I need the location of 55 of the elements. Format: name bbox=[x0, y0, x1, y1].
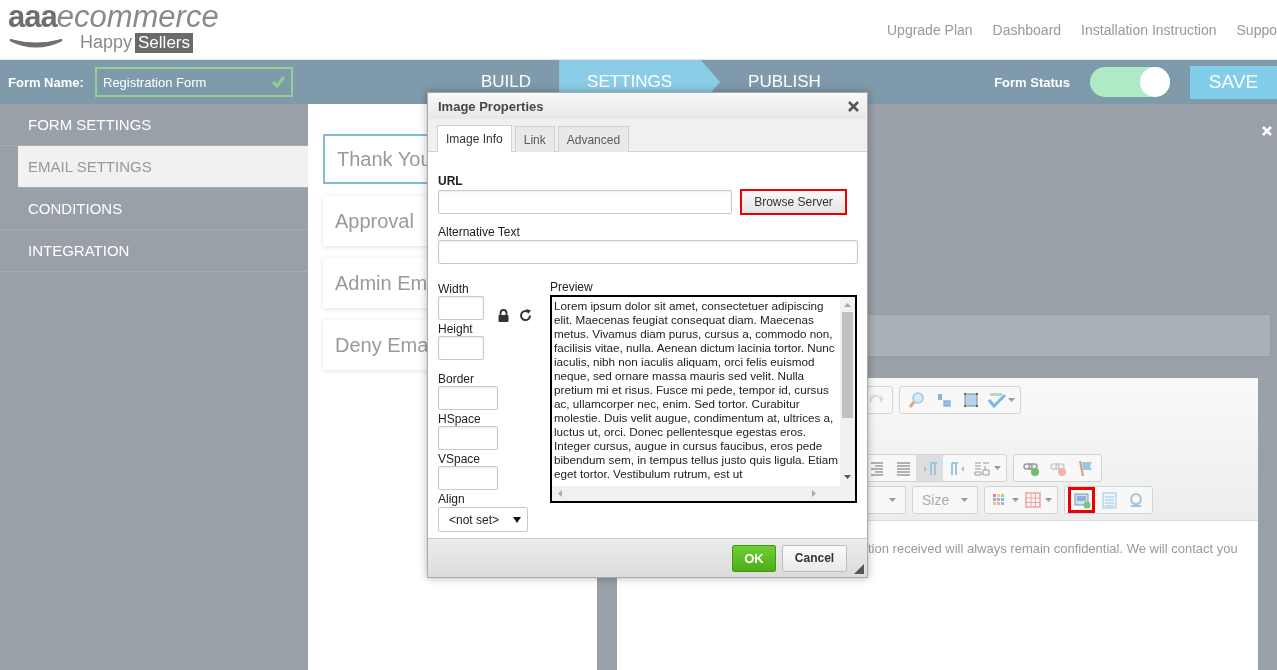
border-field[interactable] bbox=[438, 386, 498, 410]
dialog-tab[interactable]: Link bbox=[514, 126, 555, 152]
lock-icon[interactable] bbox=[498, 309, 509, 322]
caret-icon bbox=[961, 498, 968, 502]
size-dropdown[interactable]: Size bbox=[916, 487, 974, 513]
step-tab[interactable]: PUBLISH bbox=[720, 60, 849, 104]
nav-link[interactable]: Suppo bbox=[1236, 21, 1277, 38]
status-toggle[interactable] bbox=[1090, 67, 1170, 97]
image-icon bbox=[1071, 490, 1092, 510]
border-label: Border bbox=[438, 372, 476, 386]
hspace-field[interactable] bbox=[438, 426, 498, 450]
width-field[interactable] bbox=[438, 296, 484, 320]
form-name-field[interactable]: Registration Form bbox=[95, 67, 293, 97]
spellcheck-icon bbox=[986, 390, 1006, 410]
caret-icon bbox=[1012, 498, 1019, 502]
browse-server-button[interactable]: Browse Server bbox=[740, 189, 847, 215]
resize-handle[interactable] bbox=[854, 564, 864, 574]
align-select[interactable]: <not set> bbox=[438, 507, 528, 532]
form-status-label: Form Status bbox=[994, 74, 1070, 90]
logo: aaaecommerce Happy Sellers bbox=[7, 2, 219, 53]
form-name-label: Form Name: bbox=[8, 74, 85, 90]
hspace-label: HSpace bbox=[438, 412, 482, 426]
alt-text-label: Alternative Text bbox=[438, 225, 521, 239]
width-label: Width bbox=[438, 282, 470, 296]
ok-button[interactable]: OK bbox=[732, 544, 776, 572]
table-icon bbox=[1023, 490, 1043, 510]
preview-label: Preview bbox=[550, 280, 594, 294]
vspace-label: VSpace bbox=[438, 452, 482, 466]
close-icon[interactable] bbox=[848, 100, 859, 112]
caret-icon bbox=[889, 498, 896, 502]
vspace-field[interactable] bbox=[438, 466, 498, 490]
dialog-tab[interactable]: Image Info bbox=[437, 125, 512, 152]
editor-text: tion received will always remain confidential. We will contact you bbox=[868, 541, 1238, 556]
image-button[interactable] bbox=[1068, 487, 1095, 513]
caret-icon bbox=[1045, 498, 1052, 502]
search-icon bbox=[906, 390, 927, 410]
caret-icon bbox=[1008, 398, 1015, 402]
nav-link[interactable]: Upgrade Plan bbox=[887, 21, 973, 38]
dialog-tab[interactable]: Advanced bbox=[557, 126, 630, 152]
save-button[interactable]: SAVE bbox=[1190, 65, 1277, 99]
caret-icon bbox=[513, 516, 521, 523]
url-label: URL bbox=[438, 174, 464, 188]
sidebar-item[interactable]: EMAIL SETTINGS bbox=[18, 146, 308, 188]
height-label: Height bbox=[438, 322, 474, 336]
nav-link[interactable]: Dashboard bbox=[992, 21, 1062, 38]
text-direction-ltr-button[interactable] bbox=[916, 455, 943, 481]
url-field[interactable] bbox=[438, 190, 732, 214]
height-field[interactable] bbox=[438, 336, 484, 360]
alt-text-field[interactable] bbox=[438, 240, 858, 264]
align-label: Align bbox=[438, 492, 466, 506]
dialog-title: Image Properties bbox=[438, 98, 544, 114]
cancel-button[interactable]: Cancel bbox=[782, 544, 847, 572]
nav-link[interactable]: Installation Instruction bbox=[1081, 21, 1217, 38]
caret-icon bbox=[994, 466, 1001, 470]
reset-icon[interactable] bbox=[519, 309, 532, 322]
